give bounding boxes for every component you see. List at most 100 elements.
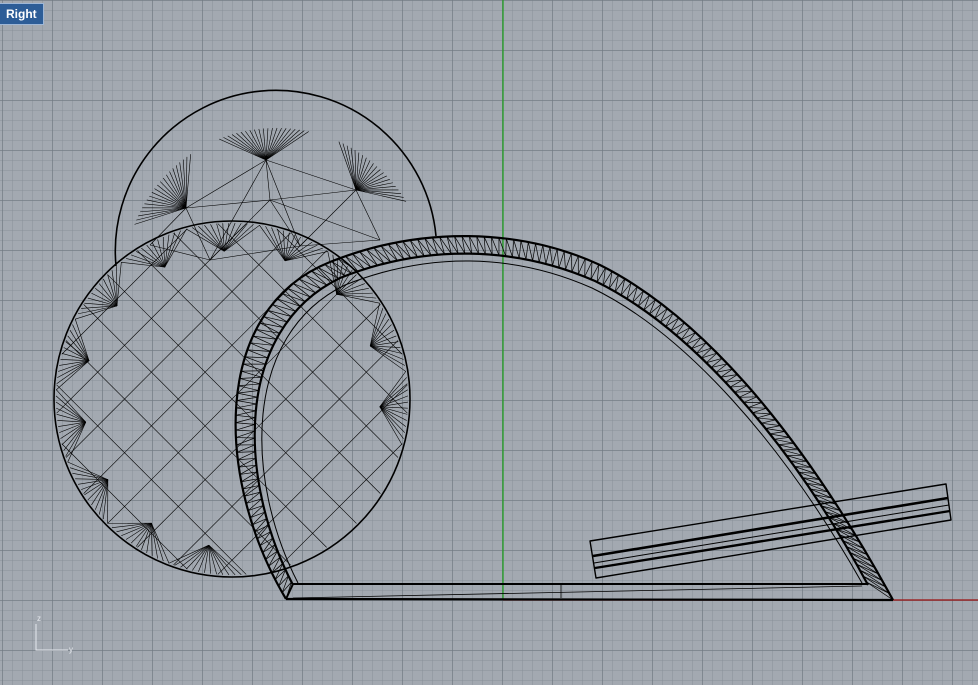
truss-edge	[373, 247, 391, 263]
mesh-fan-edge	[265, 127, 282, 161]
mesh-fan-edge	[379, 406, 405, 433]
mesh-fan-edge	[146, 523, 152, 553]
truss-edge	[237, 451, 256, 453]
truss-edge	[665, 312, 674, 327]
truss-edge	[778, 442, 794, 445]
mesh-edge	[209, 159, 267, 261]
mesh-fan-edge	[192, 227, 225, 252]
mesh-fan-edge	[146, 199, 187, 209]
truss-edge	[252, 518, 267, 526]
truss-edge	[424, 238, 432, 256]
truss-edge	[250, 511, 266, 519]
mesh-fan-edge	[55, 401, 86, 423]
truss-edge	[417, 238, 432, 256]
mesh-fan-edge	[227, 135, 267, 161]
truss-edge	[235, 430, 255, 438]
mesh-fan-edge	[65, 421, 87, 457]
slanted-bar[interactable]	[589, 483, 952, 579]
mesh-fan-edge	[265, 226, 286, 261]
mesh-edge	[269, 199, 301, 247]
truss-edge	[237, 390, 259, 394]
mesh-edge	[265, 159, 271, 201]
truss-edge	[239, 376, 262, 379]
gizmo-side-label: y	[69, 645, 73, 654]
mesh-fan-edge	[208, 544, 242, 575]
truss-edge	[552, 248, 558, 266]
truss-edge	[535, 243, 540, 263]
truss-edge	[747, 402, 763, 408]
mesh-fan-edge	[284, 239, 307, 262]
mesh-fan-edge	[369, 324, 392, 347]
lower-sphere-wireframe[interactable]	[53, 220, 411, 578]
mesh-fan-edge	[130, 522, 152, 544]
mesh-fan-edge	[78, 479, 108, 485]
mesh-edge	[269, 189, 357, 201]
truss-edge	[681, 332, 696, 340]
right-viewport[interactable]: Right z y	[0, 0, 978, 685]
truss-edge	[417, 239, 425, 257]
truss-edge	[584, 258, 586, 277]
mesh-fan-edge	[224, 224, 254, 252]
truss-edge	[512, 239, 514, 258]
mesh-fan-edge	[67, 461, 108, 480]
mesh-fan-edge	[355, 189, 404, 198]
mesh-fan-edge	[265, 131, 309, 161]
mesh-fan-edge	[174, 544, 210, 566]
truss-edge	[387, 244, 398, 261]
truss-edge	[287, 287, 306, 302]
truss-edge	[238, 383, 261, 387]
truss-edge	[272, 304, 296, 312]
truss-edge	[752, 407, 767, 414]
truss-edge	[748, 407, 767, 409]
truss-edge	[281, 293, 306, 302]
truss-edge	[278, 575, 289, 587]
truss-edge	[267, 310, 292, 317]
truss-edge	[235, 417, 256, 424]
truss-edge	[380, 245, 392, 263]
truss-edge	[773, 437, 790, 440]
mesh-fan-edge	[369, 308, 384, 347]
mesh-fan-edge	[116, 262, 122, 306]
truss-edge	[571, 255, 579, 273]
truss-edge	[259, 537, 274, 547]
mesh-fan-edge	[336, 294, 377, 299]
truss-edge	[366, 249, 385, 264]
truss-edge	[317, 267, 334, 282]
truss-edge	[538, 245, 544, 263]
truss-edge	[268, 556, 281, 567]
truss-edge	[402, 241, 412, 259]
mesh-fan-edge	[284, 232, 290, 261]
mesh-fan-edge	[198, 226, 225, 252]
mesh-fan-edge	[342, 143, 357, 191]
truss-edge	[670, 317, 680, 332]
truss-edge	[409, 240, 418, 258]
truss-edge	[311, 270, 333, 283]
mesh-fan-edge	[379, 383, 408, 407]
truss-edge	[235, 410, 256, 416]
truss-edge	[239, 378, 261, 385]
truss-edge	[395, 242, 405, 260]
truss-edge	[359, 251, 378, 266]
mesh-fan-edge	[259, 224, 286, 262]
truss-edge	[235, 424, 256, 431]
truss-edge	[525, 242, 529, 260]
mesh-fan-edge	[240, 131, 267, 161]
truss-edge	[237, 392, 258, 398]
mesh-fan-edge	[265, 130, 305, 161]
truss-edge	[402, 241, 418, 258]
mesh-fan-edge	[265, 129, 296, 161]
viewport-title-tab[interactable]: Right	[0, 3, 44, 25]
truss-edge	[388, 243, 405, 260]
truss-edge	[281, 575, 289, 593]
viewport-canvas[interactable]	[0, 0, 978, 685]
truss-edge	[660, 312, 674, 323]
base-plate[interactable]	[285, 583, 894, 602]
truss-edge	[549, 247, 553, 266]
axis-gizmo: z y	[30, 612, 80, 657]
truss-edge	[520, 240, 527, 260]
mesh-fan-edge	[151, 523, 170, 564]
truss-edge	[563, 251, 566, 270]
truss-edge	[782, 448, 799, 451]
truss-edge	[304, 274, 328, 286]
truss-edge	[235, 429, 255, 432]
